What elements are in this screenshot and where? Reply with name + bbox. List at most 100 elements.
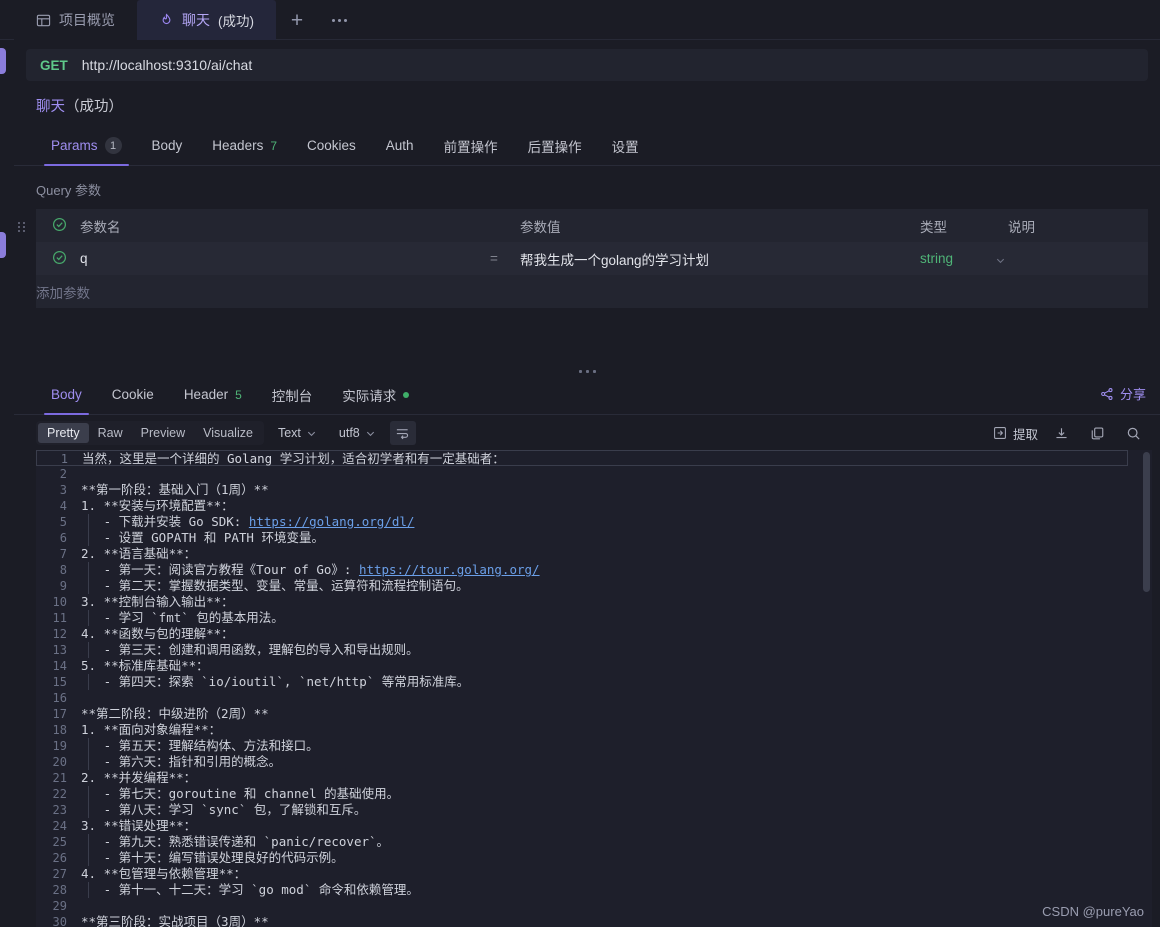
http-method[interactable]: GET	[40, 58, 68, 73]
tab-body[interactable]: Body	[137, 126, 198, 165]
line-number: 4	[59, 499, 67, 513]
add-param-row[interactable]: 添加参数	[36, 275, 1148, 308]
code-line: 23 - 第八天：学习 `sync` 包，了解锁和互斥。	[36, 802, 1152, 818]
window-tab-chat[interactable]: 聊天 (成功)	[137, 0, 276, 40]
tab-options-button[interactable]	[318, 0, 360, 40]
code-line-text: 1. **面向对象编程**：	[80, 722, 221, 738]
chevron-down-icon[interactable]	[995, 254, 1006, 266]
code-text: - 第十一、十二天：学习 `go mod` 命令和依赖管理。	[81, 882, 419, 897]
code-link[interactable]: https://tour.golang.org/	[359, 562, 540, 577]
splitter-grip-icon	[578, 369, 596, 373]
tab-settings[interactable]: 设置	[597, 126, 654, 165]
response-tab-actual-request[interactable]: 实际请求	[327, 375, 424, 414]
line-number: 25	[52, 835, 67, 849]
code-line: 17 **第二阶段：中级进阶（2周）**	[36, 706, 1152, 722]
param-name-input[interactable]: q	[80, 242, 490, 275]
view-mode-pretty[interactable]: Pretty	[38, 423, 89, 443]
params-count-badge: 1	[104, 137, 122, 154]
code-line-text: **第二阶段：中级进阶（2周）**	[80, 706, 269, 722]
ellipsis-icon	[331, 18, 347, 22]
line-number: 16	[52, 691, 67, 705]
code-text: **第二阶段：中级进阶（2周）**	[81, 706, 269, 721]
add-param-label[interactable]: 添加参数	[36, 275, 1148, 308]
encoding-select[interactable]: utf8	[331, 423, 384, 443]
code-line: 21 2. **并发编程**：	[36, 770, 1152, 786]
search-button[interactable]	[1120, 421, 1146, 445]
row-checkbox[interactable]	[36, 242, 80, 275]
tab-pre-operation[interactable]: 前置操作	[429, 126, 513, 165]
indent-guide	[88, 578, 89, 594]
response-tab-body[interactable]: Body	[36, 375, 97, 415]
url-input[interactable]: http://localhost:9310/ai/chat	[82, 57, 252, 73]
code-line-text: 2. **语言基础**：	[80, 546, 196, 562]
code-line: 12 4. **函数与包的理解**：	[36, 626, 1152, 642]
select-all-checkbox[interactable]	[36, 209, 80, 242]
left-panel-toggle-handle-bottom[interactable]	[0, 232, 6, 258]
tab-headers[interactable]: Headers 7	[197, 126, 292, 165]
code-line-text: 3. **错误处理**：	[80, 818, 196, 834]
code-text: 3. **错误处理**：	[81, 818, 197, 833]
headers-count-badge: 7	[270, 138, 278, 153]
response-tab-strip: Body Cookie Header 5 控制台 实际请求 分享	[14, 377, 1160, 415]
download-button[interactable]	[1048, 421, 1074, 445]
code-vertical-scrollbar[interactable]	[1143, 452, 1150, 592]
code-line-text: - 第二天：掌握数据类型、变量、常量、运算符和流程控制语句。	[80, 578, 469, 594]
share-button[interactable]: 分享	[1100, 384, 1146, 403]
line-number: 21	[52, 771, 67, 785]
code-line-text: - 下载并安装 Go SDK: https://golang.org/dl/	[80, 514, 414, 530]
encoding-select-value: utf8	[338, 426, 360, 440]
response-tab-cookie[interactable]: Cookie	[97, 375, 169, 414]
code-text: 5. **标准库基础**：	[81, 658, 209, 673]
param-equals-sign: =	[490, 251, 498, 266]
indent-guide	[88, 802, 89, 818]
indent-guide	[88, 834, 89, 850]
extract-button[interactable]: 提取	[993, 424, 1038, 443]
view-mode-visualize[interactable]: Visualize	[194, 423, 262, 443]
tab-auth[interactable]: Auth	[371, 126, 429, 165]
line-number: 3	[59, 483, 67, 497]
col-header-type: 类型	[920, 219, 947, 235]
code-line: 27 4. **包管理与依赖管理**：	[36, 866, 1152, 882]
window-tab-project-overview[interactable]: 项目概览	[14, 0, 137, 40]
view-mode-raw[interactable]: Raw	[89, 423, 132, 443]
copy-button[interactable]	[1084, 421, 1110, 445]
response-tab-console[interactable]: 控制台	[257, 375, 328, 414]
code-line: 26 - 第十天：编写错误处理良好的代码示例。	[36, 850, 1152, 866]
param-type-select[interactable]: string	[920, 251, 953, 266]
tab-label: 设置	[611, 139, 639, 155]
code-text: 3. **控制台输入输出**：	[81, 594, 234, 609]
row-drag-handle-icon[interactable]	[18, 222, 26, 232]
code-line-text: - 第一天：阅读官方教程《Tour of Go》: https://tour.g…	[80, 562, 540, 578]
response-tab-header[interactable]: Header 5	[169, 375, 257, 414]
tab-cookies[interactable]: Cookies	[292, 126, 371, 165]
format-select[interactable]: Text	[270, 423, 325, 443]
table-row[interactable]: q = 帮我生成一个golang的学习计划 string	[36, 242, 1148, 275]
param-value-input[interactable]: 帮我生成一个golang的学习计划	[520, 242, 920, 275]
tab-params[interactable]: Params 1	[36, 126, 137, 166]
response-body-code-viewer[interactable]: 1 当然，这里是一个详细的 Golang 学习计划，适合初学者和有一定基础者： 2 3…	[36, 450, 1152, 927]
left-panel-toggle-handle-top[interactable]	[0, 48, 6, 74]
code-line-text: - 第三天：创建和调用函数，理解包的导入和导出规则。	[80, 642, 419, 658]
code-text: - 第十天：编写错误处理良好的代码示例。	[81, 850, 344, 865]
code-text: - 第三天：创建和调用函数，理解包的导入和导出规则。	[81, 642, 419, 657]
param-desc-input[interactable]	[1008, 242, 1148, 275]
code-text: - 第四天：探索 `io/ioutil`, `net/http` 等常用标准库。	[81, 674, 470, 689]
line-number: 10	[52, 595, 67, 609]
params-table-wrapper: 参数名 参数值 类型 说明 q = 帮我生成一个golang的学习计划 stri…	[18, 209, 1148, 308]
tab-label: Body	[151, 138, 183, 153]
code-line: 4 1. **安装与环境配置**：	[36, 498, 1152, 514]
new-tab-button[interactable]: +	[276, 0, 318, 40]
tab-label: 前置操作	[443, 139, 498, 155]
code-link[interactable]: https://golang.org/dl/	[249, 514, 415, 529]
tab-label: Header	[183, 387, 229, 402]
line-number: 13	[52, 643, 67, 657]
url-bar[interactable]: GET http://localhost:9310/ai/chat	[26, 49, 1148, 81]
word-wrap-toggle[interactable]	[389, 421, 416, 445]
code-line-text: - 第八天：学习 `sync` 包，了解锁和互斥。	[80, 802, 366, 818]
code-line: 10 3. **控制台输入输出**：	[36, 594, 1152, 610]
request-title: 聊天（成功）	[14, 81, 1160, 126]
tab-post-operation[interactable]: 后置操作	[513, 126, 597, 165]
response-tool-actions: 提取	[993, 421, 1146, 445]
view-mode-preview[interactable]: Preview	[132, 423, 194, 443]
